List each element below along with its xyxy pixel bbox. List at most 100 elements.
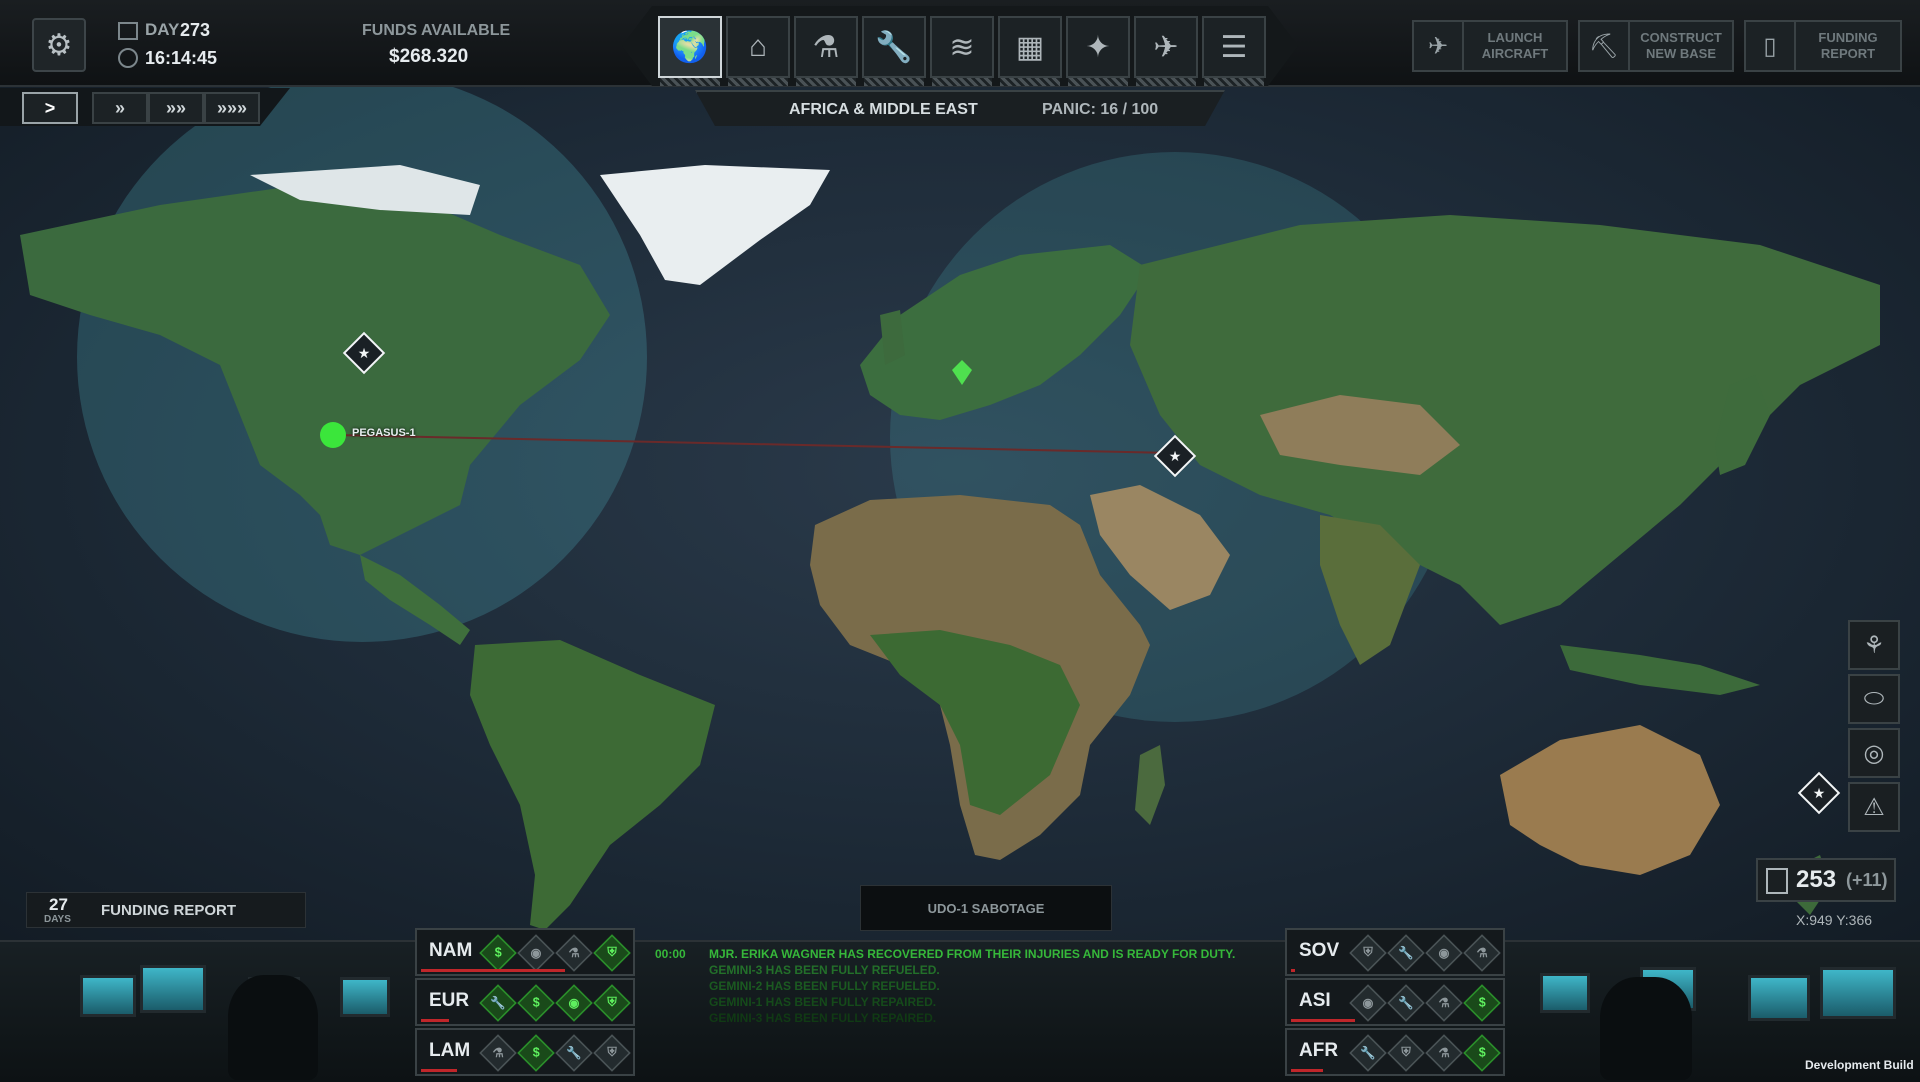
engineering-icon: 🔧 xyxy=(1349,1034,1387,1072)
shield-icon: ⛨ xyxy=(593,984,631,1022)
region-banner: AFRICA & MIDDLE EAST PANIC: 16 / 100 xyxy=(695,90,1225,126)
speed-4-button[interactable]: »»» xyxy=(204,92,260,124)
shield-icon: ⛨ xyxy=(593,934,631,972)
world-map-graphic xyxy=(20,85,1880,930)
radar-scan-icon[interactable]: ◎ xyxy=(1848,728,1900,778)
funding-icon: $ xyxy=(479,934,517,972)
funding-icon: $ xyxy=(517,1034,555,1072)
settings-gear-icon[interactable]: ⚙ xyxy=(32,18,86,72)
top-bar: ⚙ DAY 273 16:14:45 FUNDS AVAILABLE $268.… xyxy=(0,0,1920,87)
launch-aircraft-label: LAUNCH AIRCRAFT xyxy=(1481,30,1549,61)
weapons-icon[interactable]: ✦ xyxy=(1066,16,1130,86)
warning-icon[interactable]: ⚠ xyxy=(1848,782,1900,832)
funding-report-label: FUNDING REPORT xyxy=(1818,30,1878,61)
event-banner[interactable]: UDO-1 SABOTAGE xyxy=(860,885,1112,931)
log-row: GEMINI-1 HAS BEEN FULLY REPAIRED. xyxy=(709,995,937,1009)
research-icon: ⚗ xyxy=(479,1034,517,1072)
aircraft-icon[interactable]: ✈ xyxy=(1134,16,1198,86)
funding-icon: $ xyxy=(517,984,555,1022)
log-row: GEMINI-3 HAS BEEN FULLY REFUELED. xyxy=(709,963,940,977)
facilities-icon[interactable]: ▦ xyxy=(998,16,1062,86)
clock-icon xyxy=(118,48,138,68)
panic-bar xyxy=(1291,969,1295,972)
log-row: GEMINI-3 HAS BEEN FULLY REPAIRED. xyxy=(709,1011,937,1025)
speed-2-button[interactable]: » xyxy=(92,92,148,124)
funding-days-value: 27 xyxy=(49,895,68,914)
star-icon: ★ xyxy=(1812,784,1826,801)
scientists-counter: 253 (+11) xyxy=(1756,858,1896,902)
funding-timer-label: FUNDING REPORT xyxy=(101,902,236,919)
region-code: NAM xyxy=(429,940,473,961)
funds-label: FUNDS AVAILABLE xyxy=(362,22,511,39)
engineering-icon: 🔧 xyxy=(479,984,517,1022)
panic-bar xyxy=(421,1069,457,1072)
panic-bar xyxy=(421,969,565,972)
shield-icon: ⛨ xyxy=(593,1034,631,1072)
region-row-afr[interactable]: AFR 🔧 ⛨ ⚗ $ xyxy=(1285,1028,1505,1076)
construct-base-label: CONSTRUCT NEW BASE xyxy=(1640,30,1722,61)
research-icon: ⚗ xyxy=(1425,984,1463,1022)
globe-icon[interactable]: 🌍 xyxy=(658,16,722,86)
document-icon: ▯ xyxy=(1746,22,1796,70)
speed-1-button[interactable]: > xyxy=(22,92,78,124)
funding-report-button[interactable]: ▯ FUNDING REPORT xyxy=(1744,20,1902,72)
construct-base-button[interactable]: ⛏ CONSTRUCT NEW BASE xyxy=(1578,20,1734,72)
engineering-icon[interactable]: 🔧 xyxy=(862,16,926,86)
excavator-icon: ⛏ xyxy=(1580,22,1630,70)
calendar-icon xyxy=(118,22,138,40)
day-label: DAY xyxy=(145,20,180,39)
shield-icon: ⛨ xyxy=(1349,934,1387,972)
star-icon: ★ xyxy=(1168,447,1182,464)
world-map[interactable] xyxy=(0,85,1920,940)
satellite-icon[interactable]: ⬭ xyxy=(1848,674,1900,724)
aircraft-label[interactable]: PEGASUS-1 xyxy=(352,427,416,439)
funding-days-unit: DAYS xyxy=(44,914,71,925)
barracks-icon[interactable]: ≋ xyxy=(930,16,994,86)
region-row-lam[interactable]: LAM ⚗ $ 🔧 ⛨ xyxy=(415,1028,635,1076)
plane-icon: ✈ xyxy=(1414,22,1464,70)
research-icon[interactable]: ⚗ xyxy=(794,16,858,86)
archives-icon[interactable]: ☰ xyxy=(1202,16,1266,86)
star-icon: ★ xyxy=(357,344,371,361)
research-icon: ⚗ xyxy=(555,934,593,972)
region-name: AFRICA & MIDDLE EAST xyxy=(789,101,978,118)
day-value: 273 xyxy=(180,20,211,40)
dev-build-label: Development Build xyxy=(1805,1058,1914,1072)
engineering-icon: 🔧 xyxy=(555,1034,593,1072)
speed-3-button[interactable]: »» xyxy=(148,92,204,124)
region-code: AFR xyxy=(1299,1040,1339,1061)
region-row-nam[interactable]: NAM $ ◉ ⚗ ⛨ xyxy=(415,928,635,976)
funds-value: $268.320 xyxy=(389,46,469,67)
log-row: 00:00 MJR. ERIKA WAGNER HAS RECOVERED FRO… xyxy=(655,947,1236,961)
region-code: ASI xyxy=(1299,990,1331,1011)
shield-icon xyxy=(1766,868,1788,894)
scientists-delta: (+11) xyxy=(1846,870,1888,890)
region-code: LAM xyxy=(429,1040,471,1061)
region-row-asi[interactable]: ASI ◉ 🔧 ⚗ $ xyxy=(1285,978,1505,1026)
engineering-icon: 🔧 xyxy=(1387,984,1425,1022)
research-icon: ⚗ xyxy=(1425,1034,1463,1072)
panic-bar xyxy=(1291,1019,1355,1022)
main-nav: 🌍 ⌂ ⚗ 🔧 ≋ ▦ ✦ ✈ ☰ xyxy=(622,6,1298,86)
hangar-icon[interactable]: ⌂ xyxy=(726,16,790,86)
region-row-sov[interactable]: SOV ⛨ 🔧 ◉ ⚗ xyxy=(1285,928,1505,976)
cursor-coords: X:949 Y:366 xyxy=(1796,912,1873,928)
log-row: GEMINI-2 HAS BEEN FULLY REFUELED. xyxy=(709,979,940,993)
funding-icon: $ xyxy=(1463,1034,1501,1072)
shield-icon: ⛨ xyxy=(1387,1034,1425,1072)
aircraft-marker xyxy=(320,422,346,448)
event-log: 00:00 MJR. ERIKA WAGNER HAS RECOVERED FRO… xyxy=(655,946,1265,1066)
alien-activity-icon[interactable]: ⚘ xyxy=(1848,620,1900,670)
engineering-icon: 🔧 xyxy=(1387,934,1425,972)
funding-timer[interactable]: 27 DAYS FUNDING REPORT xyxy=(26,892,306,928)
eye-icon: ◉ xyxy=(517,934,555,972)
scientists-count: 253 xyxy=(1796,866,1837,893)
game-time: 16:14:45 xyxy=(145,48,218,68)
region-code: EUR xyxy=(429,990,470,1011)
eye-icon: ◉ xyxy=(1425,934,1463,972)
region-code: SOV xyxy=(1299,940,1340,961)
eye-icon: ◉ xyxy=(555,984,593,1022)
region-row-eur[interactable]: EUR 🔧 $ ◉ ⛨ xyxy=(415,978,635,1026)
panic-bar xyxy=(421,1019,449,1022)
launch-aircraft-button[interactable]: ✈ LAUNCH AIRCRAFT xyxy=(1412,20,1568,72)
